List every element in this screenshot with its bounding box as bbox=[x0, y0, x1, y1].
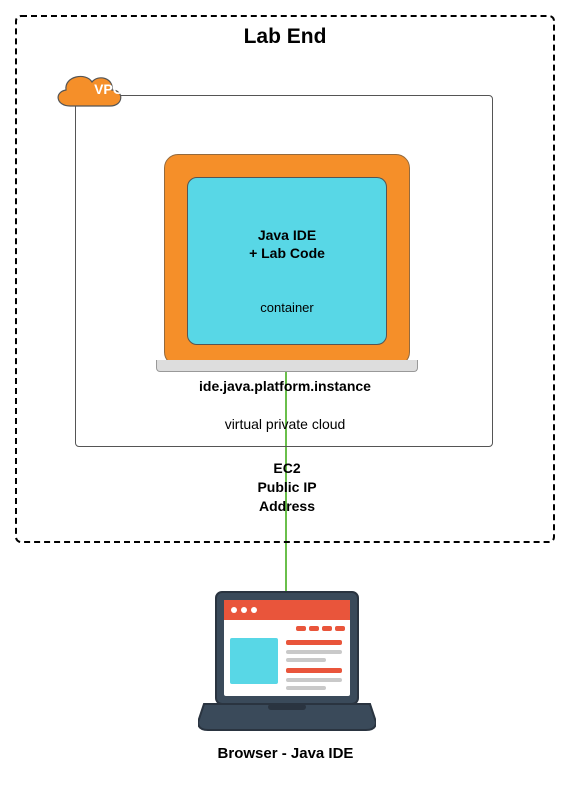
container-title: Java IDE + Lab Code bbox=[188, 226, 386, 262]
laptop-icon bbox=[198, 590, 376, 735]
ec2-line3: Address bbox=[259, 498, 315, 514]
ec2-line1: EC2 bbox=[273, 460, 300, 476]
vpc-badge-text: VPC bbox=[76, 81, 141, 97]
ec2-label: EC2 Public IP Address bbox=[17, 459, 557, 516]
lab-end-title: Lab End bbox=[17, 25, 553, 49]
browser-label: Browser - Java IDE bbox=[0, 745, 571, 762]
vpc-box: VPC Java IDE + Lab Code container ide.ja… bbox=[75, 95, 493, 447]
instance-box: Java IDE + Lab Code container bbox=[164, 154, 410, 366]
lab-end-boundary: Lab End VPC Java IDE + Lab Code containe… bbox=[15, 15, 555, 543]
ec2-line2: Public IP bbox=[257, 479, 316, 495]
container-line1: Java IDE bbox=[258, 227, 316, 243]
container-box: Java IDE + Lab Code container bbox=[187, 177, 387, 345]
container-line2: + Lab Code bbox=[249, 245, 325, 261]
vpc-caption: virtual private cloud bbox=[76, 416, 494, 432]
instance-label: ide.java.platform.instance bbox=[76, 378, 494, 394]
instance-base bbox=[156, 360, 418, 372]
container-sub: container bbox=[188, 300, 386, 315]
